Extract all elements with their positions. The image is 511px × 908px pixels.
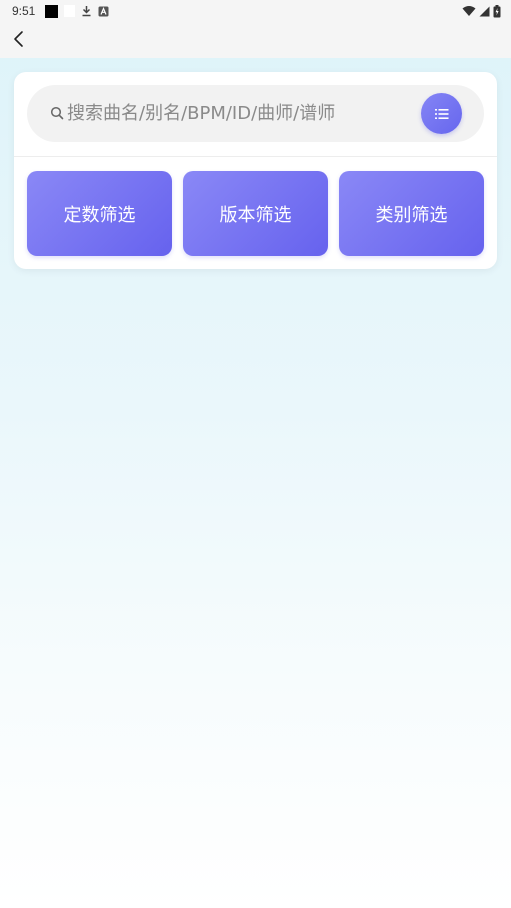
search-input[interactable] — [67, 99, 427, 127]
list-view-button[interactable] — [421, 93, 462, 134]
notification-icons — [45, 4, 109, 18]
battery-charging-icon — [493, 4, 501, 17]
download-icon — [82, 6, 91, 17]
divider — [14, 156, 497, 157]
list-icon — [434, 108, 448, 119]
signal-icon — [479, 6, 490, 16]
search-bar[interactable] — [27, 85, 484, 142]
search-filter-card: 定数筛选 版本筛选 类别筛选 — [14, 72, 497, 269]
search-icon — [50, 106, 64, 120]
status-bar: 9:51 — [0, 0, 511, 22]
category-filter-button[interactable]: 类别筛选 — [339, 171, 484, 256]
white-square-icon — [64, 5, 75, 17]
a-icon — [98, 6, 109, 16]
version-filter-button[interactable]: 版本筛选 — [183, 171, 328, 256]
chevron-left-icon — [14, 31, 23, 47]
app-bar — [0, 22, 511, 58]
back-button[interactable] — [6, 26, 32, 52]
wifi-icon — [462, 6, 476, 16]
level-filter-button[interactable]: 定数筛选 — [27, 171, 172, 256]
system-status-icons — [462, 4, 501, 18]
status-time: 9:51 — [12, 4, 36, 18]
black-square-icon — [45, 4, 58, 18]
